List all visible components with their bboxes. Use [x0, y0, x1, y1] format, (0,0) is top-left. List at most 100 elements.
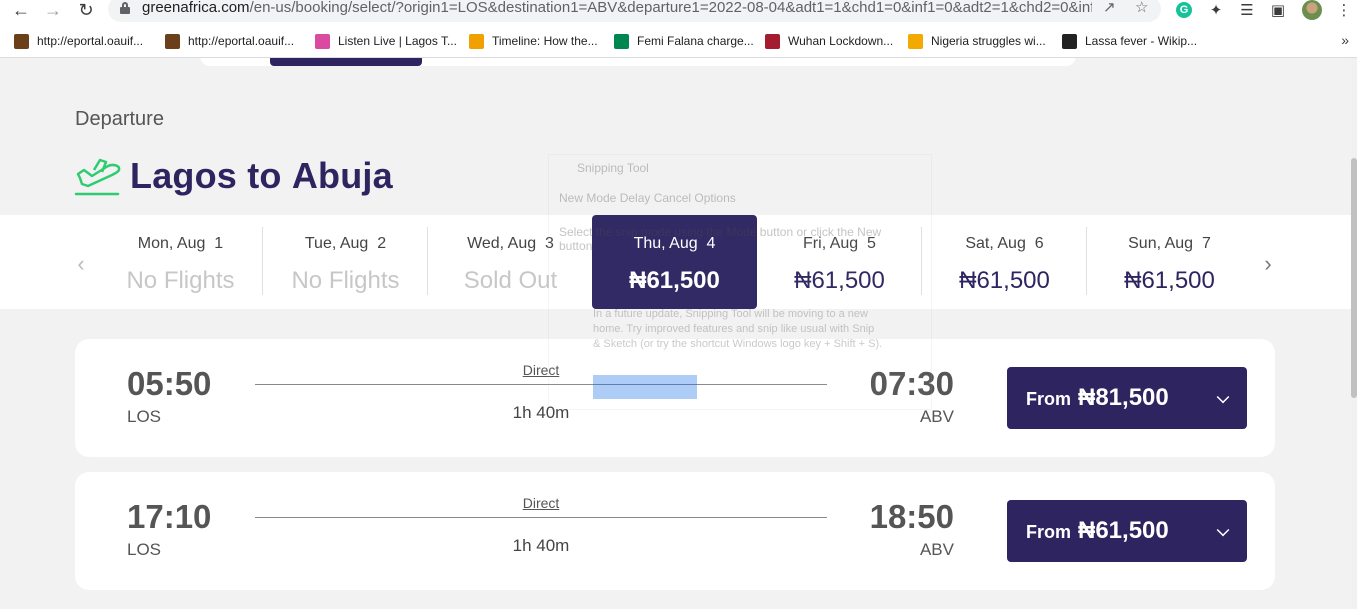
bookmark-label: Lassa fever - Wikip... — [1085, 34, 1198, 48]
extensions-puzzle-icon[interactable]: ✦ — [1206, 0, 1226, 20]
booking-page: Departure Lagos to Abuja ‹ › Mon, Aug 1 N… — [0, 58, 1351, 609]
bookmark-item[interactable]: Wuhan Lockdown... — [765, 32, 893, 50]
date-label: Sun, Aug 7 — [1128, 235, 1211, 252]
url-text: greenafrica.com/en-us/booking/select/?or… — [142, 0, 1092, 16]
bookmark-item[interactable]: Lassa fever - Wikip... — [1062, 32, 1197, 50]
date-option[interactable]: Tue, Aug 2 No Flights — [263, 215, 428, 309]
lock-icon — [120, 2, 130, 14]
bookmark-label: http://eportal.oauif... — [188, 34, 295, 48]
bookmark-item[interactable]: Timeline: How the... — [469, 32, 598, 50]
prev-week-chevron-icon[interactable]: ‹ — [69, 251, 93, 277]
bookmark-item[interactable]: Nigeria struggles wi... — [908, 32, 1046, 50]
bookmark-label: Listen Live | Lagos T... — [338, 34, 457, 48]
departure-airport-code: LOS — [127, 407, 162, 426]
date-option[interactable]: Fri, Aug 5 ₦61,500 — [757, 215, 922, 309]
flight-type-link[interactable]: Direct — [255, 362, 827, 378]
departure-airport-code: LOS — [127, 540, 162, 559]
route-destination: Abuja — [291, 155, 393, 196]
chevron-down-icon — [1216, 390, 1230, 404]
route-line — [255, 517, 827, 518]
flight-duration: 1h 40m — [512, 403, 570, 422]
date-label: Tue, Aug 2 — [304, 235, 387, 252]
flight-card: 05:50 LOS Direct 1h 40m 07:30 ABV From ₦81,500 — [75, 339, 1275, 457]
bookmark-label: Nigeria struggles wi... — [931, 34, 1046, 48]
aljazeera-icon — [469, 33, 484, 49]
bookmark-label: Femi Falana charge... — [637, 34, 754, 48]
arrival-time: 18:50 — [869, 498, 954, 535]
bookmark-item[interactable]: Listen Live | Lagos T... — [315, 32, 457, 50]
wikipedia-icon — [1062, 33, 1077, 49]
date-option[interactable]: Wed, Aug 3 Sold Out — [428, 215, 593, 309]
date-status: Sold Out — [463, 267, 558, 294]
date-price: ₦61,500 — [1124, 267, 1215, 294]
plane-takeoff-icon — [74, 158, 121, 196]
overlay-toolbar: New Mode Delay Cancel Options — [559, 191, 736, 205]
browser-toolbar: ← → ↻ greenafrica.com/en-us/booking/sele… — [0, 0, 1357, 30]
date-price: ₦61,500 — [629, 267, 720, 294]
bookmark-item[interactable]: http://eportal.oauif... — [14, 32, 143, 50]
route-line — [255, 384, 827, 385]
section-label: Departure — [75, 108, 164, 130]
date-price: ₦61,500 — [794, 267, 885, 294]
select-fare-button[interactable]: From ₦61,500 — [1007, 500, 1247, 562]
bookmarks-bar: http://eportal.oauif... http://eportal.oa… — [0, 30, 1357, 52]
departure-time: 17:10 — [127, 498, 212, 535]
date-option[interactable]: Sat, Aug 6 ₦61,500 — [922, 215, 1087, 309]
browser-chrome: ← → ↻ greenafrica.com/en-us/booking/sele… — [0, 0, 1357, 58]
side-panel-icon[interactable]: ▣ — [1268, 0, 1288, 20]
harvard-icon — [765, 33, 780, 49]
arrival-airport-code: ABV — [919, 540, 954, 559]
bookmark-star-icon[interactable]: ☆ — [1135, 0, 1148, 16]
date-option[interactable]: Sun, Aug 7 ₦61,500 — [1087, 215, 1252, 309]
bookmark-label: Timeline: How the... — [492, 34, 598, 48]
radio-icon — [315, 33, 330, 49]
date-selector: ‹ › Mon, Aug 1 No Flights Tue, Aug 2 No Fli… — [0, 215, 1351, 309]
flight-card: 17:10 LOS Direct 1h 40m 18:50 ABV From ₦61,500 — [75, 472, 1275, 590]
grammarly-icon[interactable]: G — [1174, 0, 1194, 20]
date-status: No Flights — [291, 267, 400, 294]
date-label: Fri, Aug 5 — [803, 235, 876, 252]
scrollbar-thumb[interactable] — [1351, 158, 1357, 398]
modify-search-button[interactable] — [270, 58, 422, 66]
page-scrollbar[interactable] — [1351, 58, 1357, 609]
departure-time: 05:50 — [127, 365, 212, 402]
quartz-icon — [908, 33, 923, 49]
arrival-airport-code: ABV — [919, 407, 954, 426]
date-label: Mon, Aug 1 — [137, 235, 224, 252]
nigeria-flag-icon — [614, 33, 629, 49]
fare-amount: ₦61,500 — [1078, 517, 1169, 544]
fare-amount: ₦81,500 — [1078, 384, 1169, 411]
profile-avatar[interactable] — [1302, 0, 1322, 20]
flight-type-link[interactable]: Direct — [255, 495, 827, 511]
reload-icon[interactable]: ↻ — [73, 0, 99, 20]
media-control-icon[interactable]: ☰ — [1237, 0, 1257, 20]
url-host: greenafrica.com — [142, 0, 250, 16]
menu-dots-icon[interactable]: ⋮ — [1334, 0, 1354, 20]
date-label: Sat, Aug 6 — [965, 235, 1044, 252]
bookmark-item[interactable]: http://eportal.oauif... — [165, 32, 294, 50]
back-arrow-icon[interactable]: ← — [8, 0, 34, 20]
date-status: No Flights — [126, 267, 235, 294]
arrival-time: 07:30 — [869, 365, 954, 402]
date-price: ₦61,500 — [959, 267, 1050, 294]
bookmark-item[interactable]: Femi Falana charge... — [614, 32, 754, 50]
date-label: Wed, Aug 3 — [467, 235, 554, 252]
bookmark-label: Wuhan Lockdown... — [788, 34, 894, 48]
bookmarks-overflow-icon[interactable]: » — [1341, 32, 1349, 48]
fare-prefix: From — [1026, 389, 1071, 409]
fare-prefix: From — [1026, 522, 1071, 542]
select-fare-button[interactable]: From ₦81,500 — [1007, 367, 1247, 429]
route-origin: Lagos to — [130, 155, 282, 196]
page-title: Lagos to Abuja — [130, 155, 393, 197]
chevron-down-icon — [1216, 523, 1230, 537]
oau-crest-icon — [165, 33, 180, 49]
next-week-chevron-icon[interactable]: › — [1256, 251, 1280, 277]
flight-duration: 1h 40m — [512, 536, 570, 555]
address-bar[interactable]: greenafrica.com/en-us/booking/select/?or… — [108, 0, 1161, 22]
date-option[interactable]: Thu, Aug 4 ₦61,500 — [592, 215, 757, 309]
date-option[interactable]: Mon, Aug 1 No Flights — [98, 215, 263, 309]
url-path: /en-us/booking/select/?origin1=LOS&desti… — [249, 0, 1092, 16]
share-icon[interactable]: ↗ — [1103, 0, 1116, 16]
overlay-title: Snipping Tool — [577, 161, 649, 175]
forward-arrow-icon[interactable]: → — [40, 0, 66, 20]
